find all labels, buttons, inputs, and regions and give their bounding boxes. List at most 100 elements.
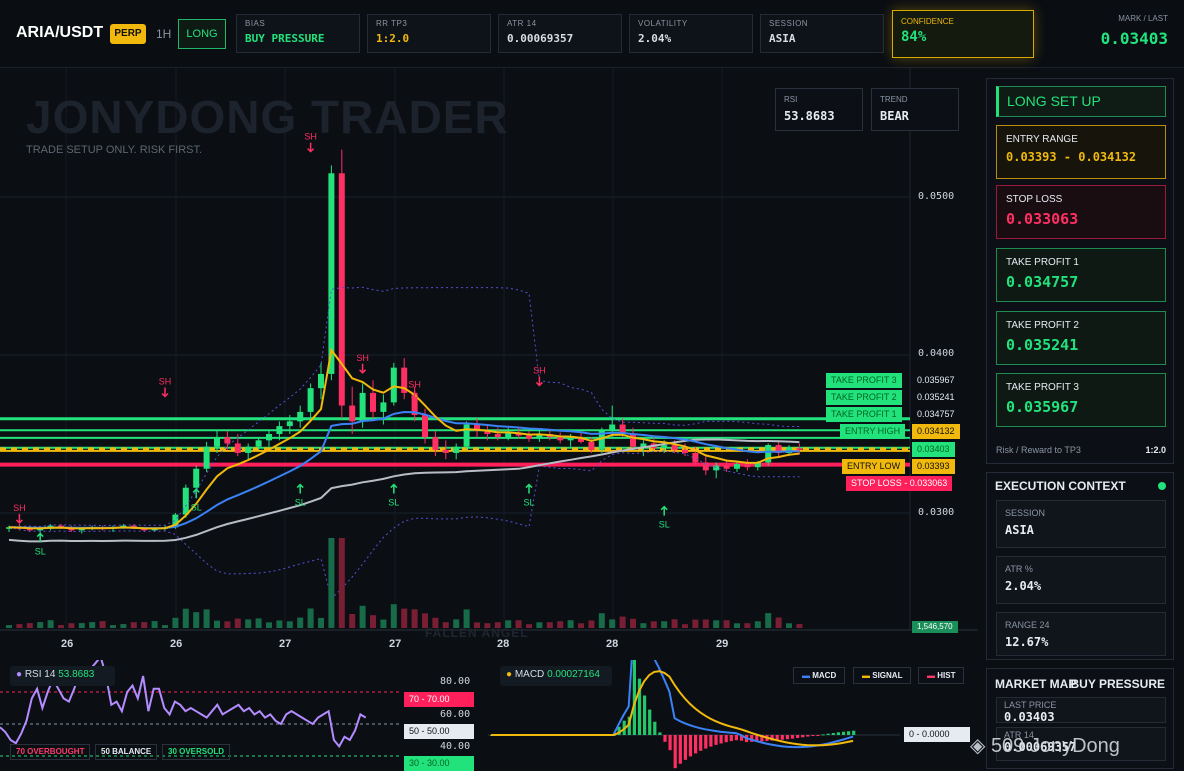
candle-body (432, 437, 439, 450)
macd-hist-bar (780, 735, 784, 740)
x-axis-label: 26 (61, 638, 74, 650)
volume-bar (536, 622, 543, 628)
volume-bar (692, 619, 699, 628)
symbol-title[interactable]: ARIA/USDT (16, 24, 103, 42)
rsi-bal-tag: 50 - 50.00 (404, 724, 474, 739)
volume-bar (723, 620, 730, 628)
tag-tp3: TAKE PROFIT 3 (826, 373, 902, 388)
ma-long-line (8, 438, 800, 543)
candle-body (744, 464, 751, 468)
rsi-scale-label: 40.00 (440, 741, 471, 752)
candle-body (307, 388, 314, 412)
stat-label: BIAS (245, 19, 266, 28)
candle-body (214, 437, 220, 447)
stop-loss-label: SL (523, 498, 534, 508)
volume-bar (390, 604, 397, 628)
candle-body (359, 392, 366, 422)
candle-body (224, 437, 231, 444)
stat-label: VOLATILITY (638, 19, 688, 28)
price-axis-label: 0.0500 (918, 191, 955, 202)
swing-high-label: SH (13, 503, 26, 513)
stat-value: 2.04% (638, 32, 672, 45)
volume-bar (370, 615, 376, 628)
candle-body (734, 464, 740, 469)
tp3-card: TAKE PROFIT 3 0.035967 (996, 373, 1166, 427)
volume-bar (619, 616, 626, 628)
candle-body (182, 487, 189, 515)
rsi-ob-tag: 70 - 70.00 (404, 692, 474, 707)
mark-price: MARK / LAST 0.03403 (1101, 14, 1168, 48)
candle-body (526, 435, 532, 439)
macd-hist-bar (816, 735, 820, 736)
confidence-value: 84% (901, 29, 927, 45)
volume-bar (141, 622, 148, 628)
market-map-title: MARKET MAP (995, 677, 1077, 691)
macd-legend-hist[interactable]: ▬ HIST (918, 667, 965, 684)
direction-badge: LONG (178, 19, 226, 49)
volume-bar (380, 619, 387, 628)
tp1-label: TAKE PROFIT 1 (1006, 257, 1079, 268)
volume-bar (255, 618, 262, 628)
macd-hist-bar (658, 732, 662, 735)
tag-name: TAKE PROFIT 2 (831, 392, 897, 402)
tag-tp3-value: 0.035967 (912, 373, 960, 388)
candle-body (682, 449, 688, 453)
swing-high-arrow-icon (535, 376, 543, 387)
tag-name: TAKE PROFIT 1 (831, 409, 897, 419)
stat-volatility: VOLATILITY 2.04% (629, 14, 753, 53)
macd-hist-bar (831, 732, 835, 735)
candle-body (276, 426, 283, 434)
context-value: ASIA (1005, 523, 1034, 537)
stat-label: ATR 14 (507, 19, 537, 28)
swing-high-arrow-icon (161, 387, 169, 398)
macd-hist-bar (790, 735, 795, 739)
candle-body (328, 173, 335, 374)
rsi-legend-oversold: 30 OVERSOLD (162, 744, 231, 760)
macd-hist-bar (796, 735, 800, 738)
confidence-label: CONFIDENCE (901, 17, 954, 26)
macd-hist-bar (847, 731, 851, 735)
tp3-label: TAKE PROFIT 3 (1006, 382, 1079, 393)
macd-hist-bar (663, 735, 667, 742)
volume-bar (775, 617, 782, 628)
swing-high-label: SH (356, 353, 369, 363)
context-label: SESSION (1005, 508, 1046, 518)
stop-loss-arrow-icon (390, 483, 398, 494)
entry-range-label: ENTRY RANGE (1006, 134, 1078, 145)
candle-body (713, 465, 720, 471)
macd-value: 0.00027164 (547, 669, 600, 680)
macd-hist-bar (673, 735, 677, 769)
volume-bar (182, 608, 189, 628)
tp2-card: TAKE PROFIT 2 0.035241 (996, 311, 1166, 365)
stat-bias: BIAS BUY PRESSURE (236, 14, 360, 53)
volume-bar (609, 619, 616, 628)
price-chart[interactable]: SHSHSHSHSHSHSLSL SL SL SLSL (0, 68, 978, 655)
macd-hist-bar (694, 735, 698, 754)
volume-bar (6, 625, 12, 628)
macd-zero-num: 0 (909, 729, 915, 739)
volume-bar (276, 620, 283, 628)
macd-hist-bar (643, 695, 647, 735)
volume-bar (297, 617, 304, 628)
volume-bar (578, 623, 584, 628)
tag-tp2-value: 0.035241 (912, 390, 960, 405)
candle-body (286, 421, 293, 427)
volume-bar (214, 620, 220, 628)
candle-body (193, 468, 200, 488)
rsi-legend-overbought: 70 OVERBOUGHT (10, 744, 91, 760)
stat-label: RR TP3 (376, 19, 408, 28)
risk-reward-row: Risk / Reward to TP3 1:2.0 (996, 445, 1166, 455)
timeframe-label[interactable]: 1H (156, 27, 171, 41)
rr-value: 1:2.0 (1145, 445, 1166, 455)
x-axis-label: 26 (170, 638, 183, 650)
macd-hist-bar (714, 735, 718, 745)
macd-legend-signal[interactable]: ▬ SIGNAL (853, 667, 912, 684)
macd-hist-bar (734, 735, 738, 741)
macd-legend-macd[interactable]: ▬ MACD (793, 667, 846, 684)
stop-loss-label: SL (35, 547, 46, 557)
candle-body (692, 452, 699, 463)
rsi-ob-tag-num: 70 (409, 694, 420, 704)
trend-box: TREND BEAR (871, 88, 959, 131)
rr-label: Risk / Reward to TP3 (996, 445, 1081, 455)
context-value: 12.67% (1005, 635, 1049, 649)
